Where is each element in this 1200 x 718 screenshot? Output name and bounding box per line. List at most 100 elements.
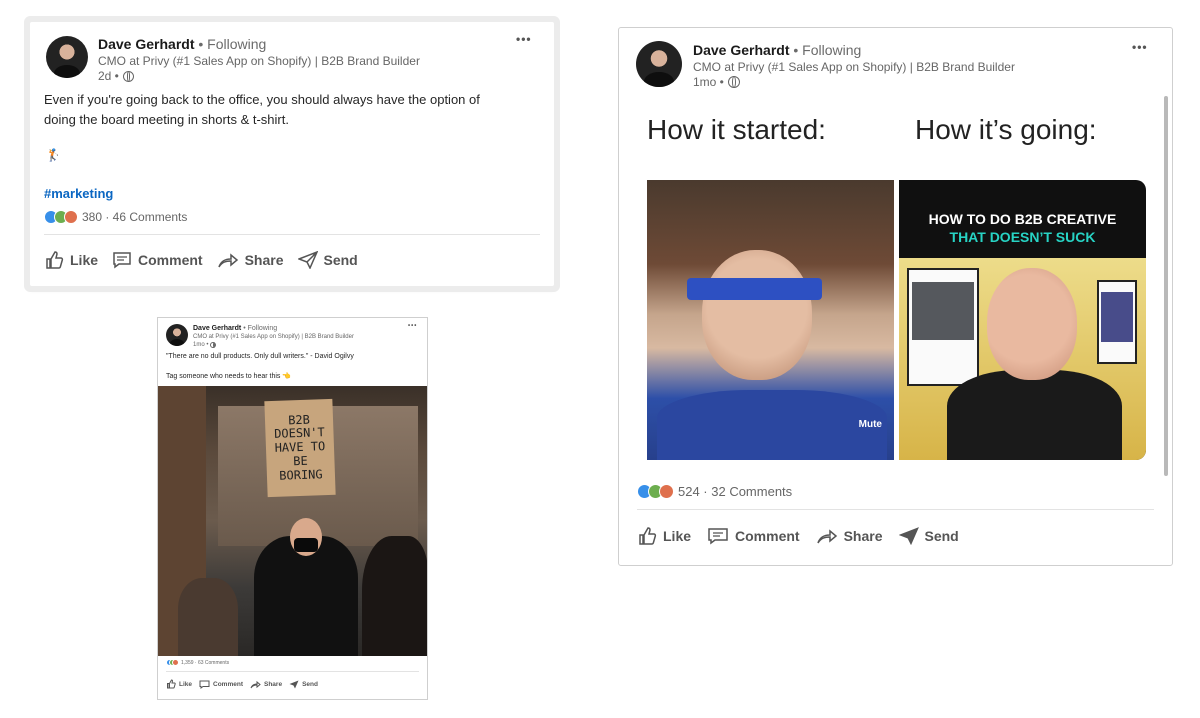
author-headline: CMO at Privy (#1 Sales App on Shopify) |… [693, 60, 1015, 74]
send-icon [297, 251, 318, 269]
post-card-office: Dave Gerhardt • Following CMO at Privy (… [30, 22, 554, 286]
thumbs-up-icon [46, 251, 64, 269]
share-label: Share [244, 252, 284, 268]
more-options-button[interactable]: ••• [408, 323, 417, 329]
author-headline: CMO at Privy (#1 Sales App on Shopify) |… [98, 54, 420, 68]
photo-protest-sign[interactable]: B2B DOESN'T HAVE TO BE BORING [158, 386, 427, 656]
comment-label: Comment [138, 252, 203, 268]
send-button[interactable]: Send [289, 680, 318, 689]
more-options-button[interactable]: ••• [516, 32, 532, 46]
globe-icon [210, 342, 217, 348]
bystander-right [362, 536, 427, 656]
thumbs-up-icon [167, 679, 176, 689]
post-meta: 2d • [98, 69, 134, 83]
love-reaction-icon [659, 484, 674, 499]
avatar[interactable] [166, 324, 188, 346]
comment-icon [199, 680, 210, 689]
post-tag-line: Tag someone who needs to hear this 👈 [166, 373, 292, 380]
reaction-count: 380 · 46 Comments [82, 210, 188, 224]
player-face [702, 250, 812, 380]
post-actions: Like Comment Share Send [166, 679, 318, 689]
post-time: 2d • [98, 69, 119, 83]
bystander-left [178, 578, 238, 656]
post-quote: "There are no dull products. Only dull w… [166, 353, 354, 360]
divider [637, 509, 1154, 510]
share-icon [217, 253, 238, 268]
send-label: Send [924, 528, 959, 544]
author-name[interactable]: Dave Gerhardt • Following [193, 325, 277, 332]
reaction-count: 524 · 32 Comments [678, 484, 793, 499]
comment-label: Comment [735, 528, 800, 544]
comment-button[interactable]: Comment [707, 527, 800, 545]
like-button[interactable]: Like [166, 679, 192, 689]
share-button[interactable]: Share [816, 527, 883, 545]
post-actions: Like Comment Share Send [637, 526, 959, 546]
divider [44, 234, 540, 235]
presenter-body [947, 370, 1122, 460]
avatar[interactable] [46, 36, 88, 78]
love-reaction-icon [64, 210, 78, 224]
comment-label: Comment [213, 680, 243, 688]
reactions-summary[interactable]: 380 · 46 Comments [44, 210, 187, 224]
post-card-started-going: Dave Gerhardt • Following CMO at Privy (… [618, 27, 1173, 566]
cardboard-sign: B2B DOESN'T HAVE TO BE BORING [264, 398, 336, 498]
like-button[interactable]: Like [637, 526, 691, 546]
author-name[interactable]: Dave Gerhardt • Following [98, 36, 266, 52]
sign-line: BORING [279, 466, 323, 483]
gif-basketball-player[interactable]: Mute [647, 180, 894, 460]
phone-screenshot-right [1097, 280, 1137, 364]
presenter-head [987, 268, 1077, 380]
share-label: Share [843, 528, 883, 544]
post-time: 1mo • [693, 75, 724, 89]
author-name[interactable]: Dave Gerhardt • Following [693, 42, 861, 58]
send-button[interactable]: Send [297, 251, 358, 269]
following-label[interactable]: • Following [198, 36, 266, 52]
card-title-line2: THAT DOESN’T SUCK [949, 229, 1096, 245]
hashtag-link[interactable]: #marketing [44, 186, 113, 201]
like-label: Like [663, 528, 692, 544]
post-actions: Like Comment Share Send [44, 250, 358, 270]
scrollbar[interactable] [1164, 96, 1168, 476]
heading-how-its-going: How it’s going: [915, 114, 1097, 145]
share-icon [250, 680, 261, 688]
avatar[interactable] [636, 41, 682, 87]
following-label[interactable]: • Following [793, 42, 861, 58]
post-emoji: 🏌️ [46, 148, 61, 162]
send-label: Send [302, 680, 318, 688]
post-time: 1mo • [193, 342, 209, 348]
reactions-summary[interactable]: 1,359 · 63 Comments [166, 659, 229, 666]
like-label: Like [179, 680, 193, 688]
send-label: Send [323, 252, 358, 268]
globe-icon [122, 70, 134, 82]
share-button[interactable]: Share [217, 251, 284, 269]
post-text: Even if you're going back to the office,… [44, 92, 480, 128]
post-card-ogilvy: Dave Gerhardt • Following CMO at Privy (… [157, 317, 428, 700]
globe-icon [727, 76, 740, 88]
comment-icon [708, 528, 728, 545]
post-meta: 1mo • [193, 342, 217, 348]
send-button[interactable]: Send [898, 527, 959, 545]
love-reaction-icon [172, 659, 179, 666]
send-icon [289, 680, 299, 688]
jersey [657, 390, 887, 460]
post-meta: 1mo • [693, 75, 740, 89]
following-label[interactable]: • Following [243, 325, 277, 332]
comment-button[interactable]: Comment [112, 251, 203, 269]
share-icon [816, 529, 837, 544]
heading-how-it-started: How it started: [647, 114, 826, 145]
card-title-line1: HOW TO DO B2B CREATIVE [928, 211, 1117, 227]
reaction-count: 1,359 · 63 Comments [181, 659, 230, 666]
share-button[interactable]: Share [250, 680, 282, 689]
comment-button[interactable]: Comment [199, 680, 243, 689]
comment-icon [113, 252, 131, 269]
reactions-summary[interactable]: 524 · 32 Comments [637, 484, 792, 499]
divider [166, 671, 419, 672]
mute-label[interactable]: Mute [859, 419, 882, 430]
like-label: Like [70, 252, 99, 268]
share-label: Share [264, 680, 283, 688]
video-thumbnail-b2b-creative[interactable]: HOW TO DO B2B CREATIVE THAT DOESN’T SUCK [899, 180, 1146, 460]
more-options-button[interactable]: ••• [1132, 40, 1148, 54]
headband [687, 278, 822, 300]
like-button[interactable]: Like [44, 250, 98, 270]
phone-screenshot-left [907, 268, 979, 386]
